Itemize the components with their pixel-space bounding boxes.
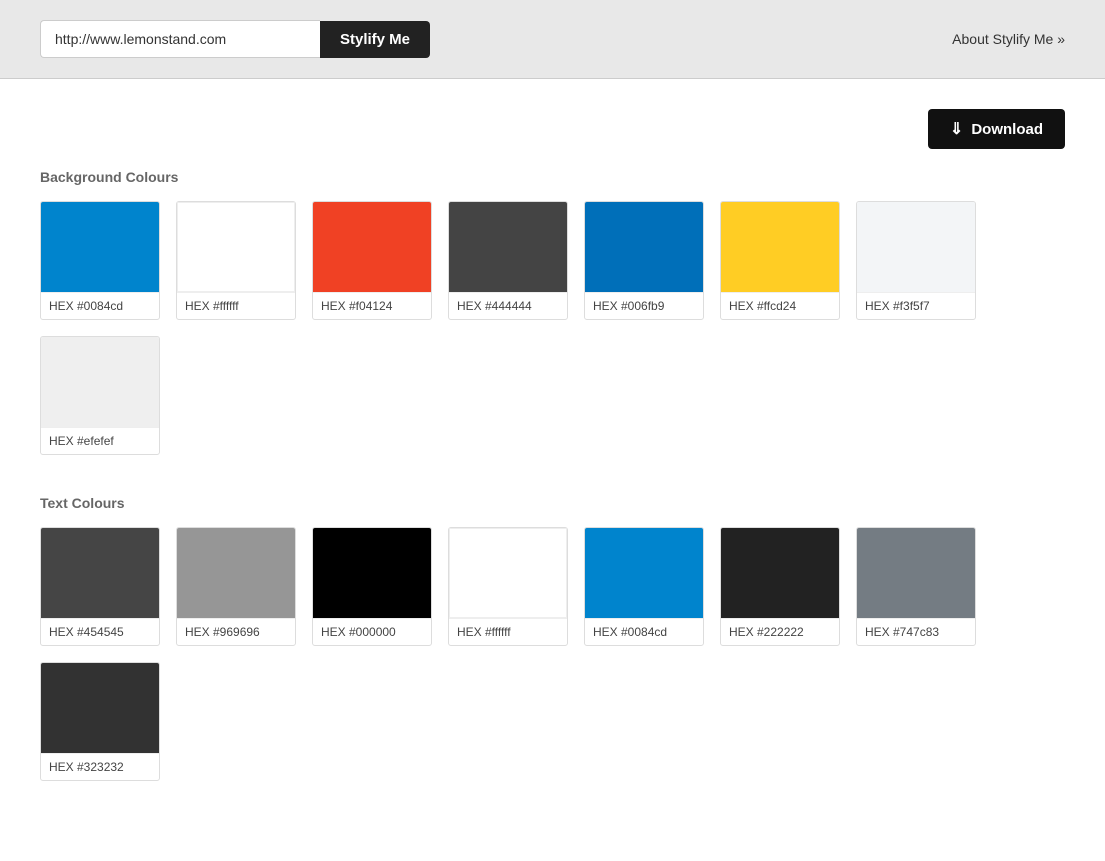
color-swatch (177, 528, 295, 618)
url-input[interactable] (40, 20, 320, 58)
background-section-title: Background Colours (40, 169, 1065, 185)
color-swatch (449, 528, 567, 618)
background-color-grid: HEX #0084cd HEX #ffffff HEX #f04124 HEX #44… (40, 201, 1065, 455)
color-swatch (177, 202, 295, 292)
color-card: HEX #efefef (40, 336, 160, 455)
color-card: HEX #f3f5f7 (856, 201, 976, 320)
color-card: HEX #ffcd24 (720, 201, 840, 320)
color-card: HEX #ffffff (448, 527, 568, 646)
color-card: HEX #454545 (40, 527, 160, 646)
top-bar: Stylify Me About Stylify Me » (0, 0, 1105, 79)
download-label: Download (971, 121, 1043, 138)
color-card: HEX #0084cd (584, 527, 704, 646)
color-swatch (41, 528, 159, 618)
download-row: ⇓ Download (40, 99, 1065, 149)
color-card: HEX #f04124 (312, 201, 432, 320)
color-label: HEX #222222 (721, 618, 839, 645)
color-card: HEX #ffffff (176, 201, 296, 320)
url-form: Stylify Me (40, 20, 430, 58)
color-label: HEX #323232 (41, 753, 159, 780)
color-card: HEX #323232 (40, 662, 160, 781)
color-label: HEX #454545 (41, 618, 159, 645)
color-card: HEX #969696 (176, 527, 296, 646)
color-swatch (313, 528, 431, 618)
color-card: HEX #444444 (448, 201, 568, 320)
color-label: HEX #ffcd24 (721, 292, 839, 319)
color-label: HEX #969696 (177, 618, 295, 645)
background-section: Background Colours HEX #0084cd HEX #fffff… (40, 169, 1065, 455)
stylify-button[interactable]: Stylify Me (320, 21, 430, 58)
color-swatch (721, 528, 839, 618)
color-swatch (41, 202, 159, 292)
color-swatch (41, 337, 159, 427)
color-swatch (585, 528, 703, 618)
color-swatch (313, 202, 431, 292)
color-swatch (449, 202, 567, 292)
color-card: HEX #000000 (312, 527, 432, 646)
color-swatch (721, 202, 839, 292)
download-button[interactable]: ⇓ Download (928, 109, 1065, 149)
color-label: HEX #f04124 (313, 292, 431, 319)
color-card: HEX #747c83 (856, 527, 976, 646)
color-label: HEX #0084cd (41, 292, 159, 319)
color-label: HEX #0084cd (585, 618, 703, 645)
color-swatch (41, 663, 159, 753)
color-card: HEX #222222 (720, 527, 840, 646)
color-swatch (857, 528, 975, 618)
color-label: HEX #f3f5f7 (857, 292, 975, 319)
download-arrow-icon: ⇓ (950, 119, 963, 139)
color-card: HEX #0084cd (40, 201, 160, 320)
color-label: HEX #006fb9 (585, 292, 703, 319)
color-swatch (585, 202, 703, 292)
about-link[interactable]: About Stylify Me » (952, 31, 1065, 47)
color-swatch (857, 202, 975, 292)
main-content: ⇓ Download Background Colours HEX #0084c… (0, 79, 1105, 861)
color-card: HEX #006fb9 (584, 201, 704, 320)
color-label: HEX #ffffff (177, 292, 295, 319)
color-label: HEX #ffffff (449, 618, 567, 645)
text-section: Text Colours HEX #454545HEX #969696HEX #… (40, 495, 1065, 781)
text-color-grid: HEX #454545 HEX #969696 HEX #000000 HEX #ff… (40, 527, 1065, 781)
text-section-title: Text Colours (40, 495, 1065, 511)
color-label: HEX #000000 (313, 618, 431, 645)
color-label: HEX #444444 (449, 292, 567, 319)
color-label: HEX #efefef (41, 427, 159, 454)
color-label: HEX #747c83 (857, 618, 975, 645)
